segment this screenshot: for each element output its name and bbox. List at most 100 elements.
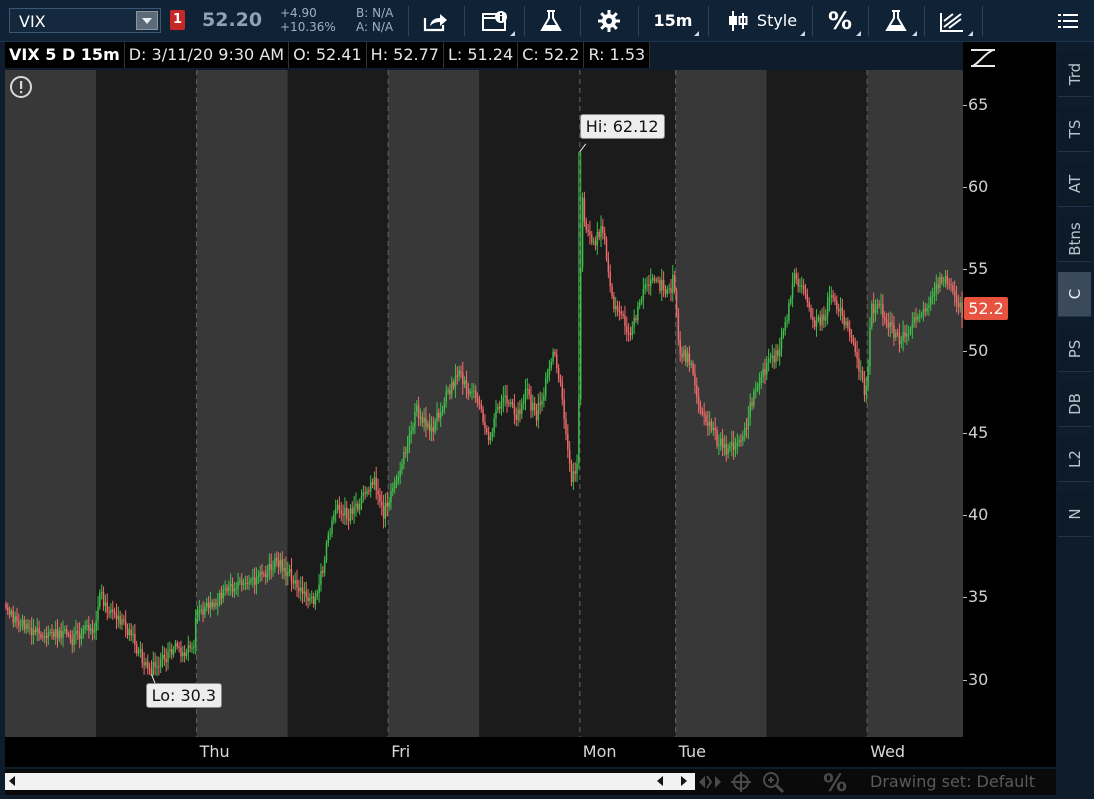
symbol-text: VIX: [19, 12, 46, 31]
percent-button[interactable]: %: [816, 0, 864, 41]
chart-plot-area[interactable]: [5, 70, 963, 737]
candle-body: [850, 334, 853, 339]
candle-body: [795, 273, 798, 280]
candle-body: [430, 427, 433, 432]
candle-body: [513, 404, 516, 415]
candle-body: [598, 232, 600, 238]
candle-body: [404, 452, 407, 454]
candle-body: [312, 596, 315, 605]
side-tab-n[interactable]: N: [1058, 492, 1091, 537]
candle-body: [353, 506, 355, 514]
side-tab-ps[interactable]: PS: [1058, 327, 1091, 372]
candle-body: [596, 232, 599, 246]
drawings-button[interactable]: [928, 0, 976, 41]
candle-body: [508, 403, 510, 405]
side-tab-at[interactable]: AT: [1058, 162, 1091, 207]
candle-body: [366, 490, 368, 494]
candle-body: [333, 514, 335, 521]
chart-menu-button[interactable]: [1046, 0, 1090, 41]
candle-body: [694, 373, 696, 386]
side-tab-db[interactable]: DB: [1058, 382, 1091, 427]
candle-body: [336, 504, 339, 509]
side-tab-btns[interactable]: Btns: [1058, 217, 1091, 262]
studies-menu-button[interactable]: [872, 0, 920, 41]
candle-body: [865, 385, 868, 395]
style-label: Style: [756, 11, 798, 30]
candle-body: [543, 395, 545, 401]
percent-scale-button[interactable]: %: [823, 769, 847, 797]
candle-body: [684, 349, 687, 362]
toolbar-separator: [524, 6, 525, 36]
zoom-icon[interactable]: [761, 770, 785, 794]
candle-body: [815, 320, 818, 327]
timeframe-button[interactable]: 15m: [644, 0, 702, 41]
candle-body: [633, 317, 635, 327]
candle-body: [436, 412, 438, 422]
candle-body: [240, 580, 243, 586]
settings-button[interactable]: [586, 0, 632, 41]
dropdown-corner: [968, 31, 973, 36]
pan-arrows-icon[interactable]: [697, 772, 723, 792]
alert-badge[interactable]: 1: [170, 10, 185, 30]
candle-body: [357, 503, 359, 510]
candle-body: [53, 632, 55, 638]
candle-body: [705, 415, 707, 422]
candle-body: [340, 510, 342, 514]
candle-body: [961, 302, 963, 318]
candle-body: [624, 315, 626, 327]
candlestick-chart[interactable]: [5, 70, 963, 737]
style-button[interactable]: Style: [716, 0, 808, 41]
candle-body: [738, 440, 740, 443]
candle-body: [904, 332, 906, 337]
candle-body: [67, 634, 70, 636]
share-icon: [423, 13, 447, 31]
price-axis[interactable]: [963, 42, 1056, 737]
candle-body: [670, 288, 672, 293]
candle-body: [861, 370, 864, 379]
symbol-dropdown-button[interactable]: [136, 11, 158, 30]
candle-body: [834, 297, 836, 301]
candle-body: [696, 385, 698, 397]
candle-body: [279, 559, 282, 568]
candle-body: [163, 654, 166, 660]
side-tab-ts[interactable]: TS: [1058, 107, 1091, 152]
side-tab-trd[interactable]: Trd: [1058, 52, 1091, 97]
scroll-left-arrow[interactable]: [9, 776, 15, 786]
last-price: 52.20: [202, 9, 263, 31]
drawing-set-label[interactable]: Drawing set: Default: [870, 772, 1035, 791]
candle-body: [82, 628, 85, 636]
share-button[interactable]: [414, 0, 458, 41]
candle-body: [497, 406, 499, 411]
candle-body: [948, 284, 950, 286]
warning-icon[interactable]: [9, 75, 33, 99]
toolbar-separator: [580, 6, 581, 36]
candle-body: [401, 464, 403, 471]
candle-body: [451, 381, 453, 395]
candle-body: [467, 389, 470, 394]
candle-body: [661, 280, 663, 292]
candle-body: [672, 274, 674, 293]
candle-body: [891, 322, 893, 326]
scroll-right-step-arrow[interactable]: [681, 776, 687, 786]
candle-body: [533, 402, 536, 411]
crosshair-icon[interactable]: [730, 771, 752, 793]
side-tab-l2[interactable]: L2: [1058, 437, 1091, 482]
candle-body: [244, 582, 247, 585]
candle-body: [707, 421, 709, 426]
candle-body: [539, 402, 541, 405]
candle-body: [771, 355, 774, 358]
candle-body: [942, 282, 945, 284]
scroll-left-step-arrow[interactable]: [657, 776, 663, 786]
candle-body: [406, 445, 409, 453]
details-button[interactable]: [472, 0, 518, 41]
candle-body: [813, 320, 816, 327]
candle-body: [556, 354, 558, 369]
percent-label: %: [827, 6, 853, 35]
candle-body: [848, 327, 851, 335]
scrollbar-track[interactable]: [5, 773, 695, 790]
candle-body: [486, 428, 488, 433]
symbol-selector[interactable]: VIX: [9, 8, 161, 33]
axis-scale-icon[interactable]: [968, 44, 998, 72]
side-tab-c[interactable]: C: [1058, 272, 1091, 317]
studies-button[interactable]: [528, 0, 574, 41]
